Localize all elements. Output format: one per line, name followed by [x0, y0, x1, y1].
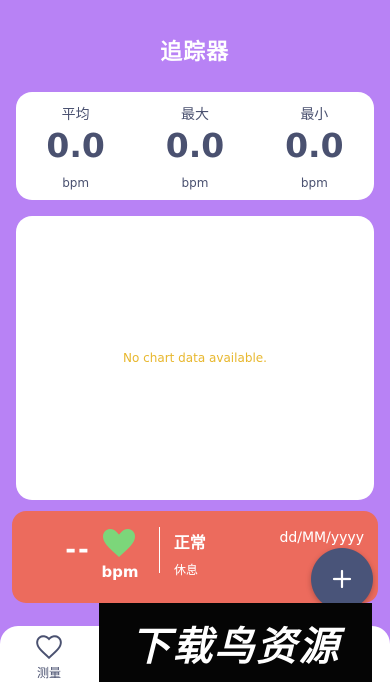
stat-value: 0.0	[285, 126, 344, 165]
stat-unit: bpm	[181, 176, 209, 190]
bpm-value: --	[65, 535, 91, 565]
stat-label: 最小	[300, 107, 329, 123]
stats-card: 平均 0.0 bpm 最大 0.0 bpm 最小 0.0 bpm	[16, 92, 374, 200]
bpm-unit: bpm	[101, 563, 139, 581]
stat-unit: bpm	[300, 176, 328, 190]
chart-empty-message: No chart data available.	[123, 351, 267, 365]
plus-icon	[332, 569, 352, 589]
stat-label: 平均	[61, 107, 90, 123]
heart-outline-icon	[36, 635, 62, 660]
watermark-text: 下载鸟资源	[130, 623, 341, 670]
stat-minimum: 最小 0.0 bpm	[264, 104, 364, 190]
nav-item-measure[interactable]: 测量	[20, 632, 78, 688]
stat-value: 0.0	[46, 126, 105, 165]
measurement-date: dd/MM/yyyy	[279, 530, 364, 546]
watermark-logo: 下载鸟资源	[99, 603, 372, 682]
divider	[159, 527, 160, 573]
heart-icon	[103, 529, 135, 557]
stat-value: 0.0	[165, 126, 225, 165]
add-measurement-button[interactable]	[311, 548, 373, 610]
state-text: 休息	[174, 563, 199, 577]
stat-average: 平均 0.0 bpm	[26, 104, 126, 190]
stat-maximum: 最大 0.0 bpm	[145, 104, 245, 190]
nav-item-label: 测量	[36, 666, 61, 680]
status-text: 正常	[174, 533, 207, 552]
stat-label: 最大	[180, 107, 209, 123]
chart-card: No chart data available.	[16, 216, 374, 500]
stat-unit: bpm	[62, 176, 90, 190]
page-title: 追踪器	[160, 40, 230, 65]
